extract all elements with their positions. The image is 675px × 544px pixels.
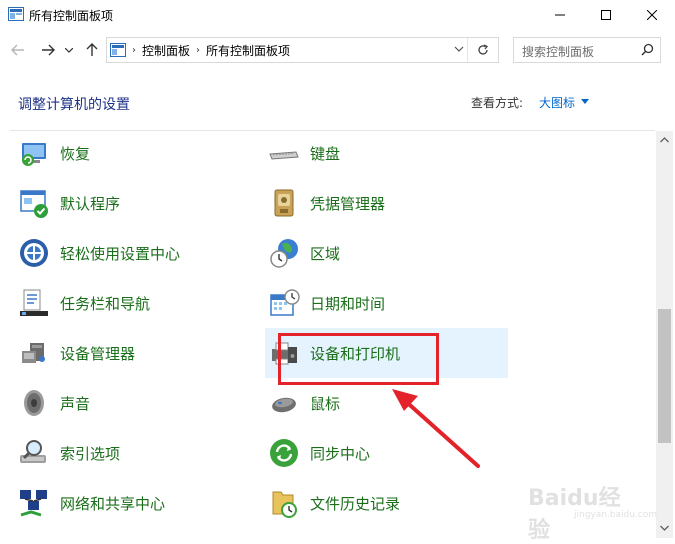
item-recovery[interactable]: 恢复 (17, 133, 90, 173)
minimize-icon (555, 14, 565, 16)
search-icon[interactable] (641, 43, 654, 56)
item-sound[interactable]: 声音 (17, 383, 90, 423)
date-time-icon (267, 286, 301, 320)
forward-arrow-icon (42, 44, 55, 56)
close-button[interactable] (629, 0, 675, 30)
sound-icon (17, 386, 51, 420)
caret-down-icon[interactable] (581, 99, 589, 104)
item-label: 默认程序 (60, 194, 121, 213)
annotation-highlight-box (278, 333, 439, 385)
window-title: 所有控制面板项 (29, 9, 114, 23)
item-label: 文件历史记录 (310, 494, 401, 513)
item-label: 设备管理器 (60, 344, 136, 363)
scrollbar-thumb[interactable] (658, 309, 671, 443)
recent-locations-button[interactable] (62, 40, 76, 60)
item-label: 网络和共享中心 (60, 494, 166, 513)
item-ease-of-access[interactable]: 轻松使用设置中心 (17, 233, 180, 273)
watermark-subtext: jingyan.baidu.com (574, 510, 658, 520)
item-file-history[interactable]: 文件历史记录 (267, 483, 400, 523)
default-programs-icon (17, 186, 51, 220)
view-by-dropdown[interactable]: 大图标 (539, 94, 575, 111)
back-arrow-icon (11, 44, 24, 56)
item-label: 同步中心 (310, 444, 371, 463)
item-keyboard[interactable]: 键盘 (267, 133, 340, 173)
refresh-icon (478, 44, 489, 55)
item-label: 恢复 (60, 144, 91, 163)
search-box[interactable]: 搜索控制面板 (513, 37, 661, 63)
chevron-right-icon: › (196, 44, 201, 56)
item-label: 鼠标 (310, 394, 341, 413)
item-label: 索引选项 (60, 444, 121, 463)
device-manager-icon (17, 336, 51, 370)
up-arrow-icon (86, 43, 98, 56)
item-taskbar[interactable]: 任务栏和导航 (17, 283, 150, 323)
taskbar-icon (17, 286, 51, 320)
header-divider (10, 130, 655, 131)
item-label: 日期和时间 (310, 294, 386, 313)
scroll-down-icon[interactable] (660, 525, 669, 531)
address-dropdown-icon[interactable] (454, 44, 464, 54)
item-label: 声音 (60, 394, 91, 413)
item-mouse[interactable]: 鼠标 (267, 383, 340, 423)
item-device-manager[interactable]: 设备管理器 (17, 333, 135, 373)
network-icon (17, 486, 51, 520)
page-heading: 调整计算机的设置 (18, 97, 130, 113)
ease-of-access-icon (17, 236, 51, 270)
breadcrumb-all-items[interactable]: 所有控制面板项 (206, 42, 290, 59)
up-button[interactable] (82, 40, 102, 60)
indexing-icon (17, 436, 51, 470)
region-icon (267, 236, 301, 270)
maximize-button[interactable] (583, 0, 629, 30)
title-bar: 所有控制面板项 (0, 0, 675, 30)
forward-button[interactable] (38, 40, 58, 60)
refresh-button[interactable] (467, 38, 498, 62)
breadcrumb-control-panel[interactable]: 控制面板 (142, 42, 190, 59)
item-label: 键盘 (310, 144, 341, 163)
maximize-icon (601, 10, 611, 20)
vertical-scrollbar[interactable] (656, 131, 673, 538)
address-bar[interactable]: › 控制面板 › 所有控制面板项 (106, 37, 499, 63)
item-credential-manager[interactable]: 凭据管理器 (267, 183, 385, 223)
item-label: 区域 (310, 244, 341, 263)
baidu-watermark-logo: Baidu经验 jingyan.baidu.com (522, 474, 657, 543)
chevron-down-icon (65, 47, 73, 53)
close-icon (647, 10, 657, 20)
back-button[interactable] (8, 40, 28, 60)
item-network[interactable]: 网络和共享中心 (17, 483, 165, 523)
item-label: 轻松使用设置中心 (60, 244, 181, 263)
item-label: 凭据管理器 (310, 194, 386, 213)
keyboard-icon (267, 136, 301, 170)
view-by-label: 查看方式: (471, 96, 524, 110)
search-input[interactable]: 搜索控制面板 (522, 43, 594, 60)
file-history-icon (267, 486, 301, 520)
minimize-button[interactable] (537, 0, 583, 30)
recovery-icon (17, 136, 51, 170)
scroll-up-icon[interactable] (660, 137, 669, 143)
item-date-time[interactable]: 日期和时间 (267, 283, 385, 323)
sync-center-icon (267, 436, 301, 470)
chevron-right-icon: › (132, 44, 136, 56)
credential-manager-icon (267, 186, 301, 220)
item-label: 任务栏和导航 (60, 294, 151, 313)
control-panel-icon (8, 7, 24, 21)
item-default-programs[interactable]: 默认程序 (17, 183, 120, 223)
mouse-icon (267, 386, 301, 420)
navigation-bar: › 控制面板 › 所有控制面板项 搜索控制面板 (0, 36, 675, 64)
item-indexing[interactable]: 索引选项 (17, 433, 120, 473)
control-panel-small-icon (110, 43, 126, 57)
item-sync-center[interactable]: 同步中心 (267, 433, 370, 473)
item-region[interactable]: 区域 (267, 233, 340, 273)
